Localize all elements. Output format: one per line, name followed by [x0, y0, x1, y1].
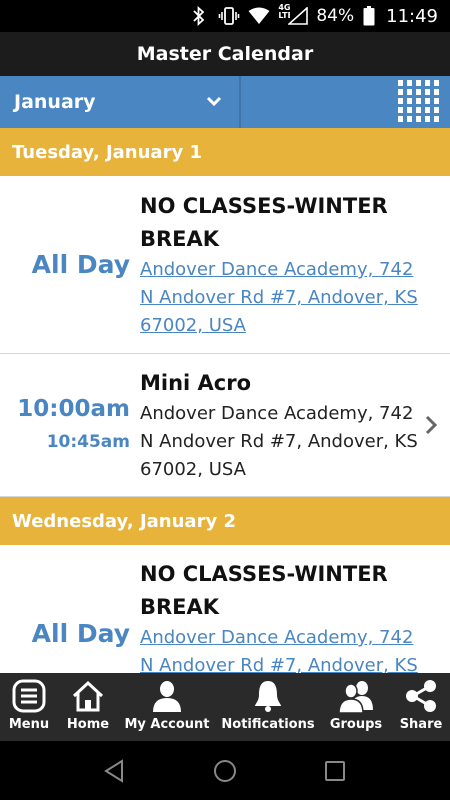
event-location-line: Andover Dance Academy, 742	[140, 403, 414, 424]
nav-my-account[interactable]: My Account	[118, 673, 216, 741]
day-header: Wednesday, January 2	[0, 497, 450, 545]
grid-dot	[407, 107, 412, 113]
event-location-link[interactable]: Andover Dance Academy, 742 N Andover Rd …	[140, 256, 430, 340]
nav-share[interactable]: Share	[392, 673, 450, 741]
bottom-nav: Menu Home My Account Notifications Group…	[0, 673, 450, 741]
nav-label: Groups	[329, 717, 383, 732]
event-row[interactable]: All Day NO CLASSES-WINTER BREAK Andover …	[0, 545, 450, 673]
day-header-label: Tuesday, January 1	[12, 141, 202, 163]
event-title-line: NO CLASSES-WINTER	[140, 562, 388, 586]
day-header-label: Wednesday, January 2	[12, 510, 236, 532]
grid-dot	[416, 107, 421, 113]
event-start-time: 10:00am	[17, 396, 130, 422]
grid-dot	[434, 116, 439, 122]
grid-dot	[407, 80, 412, 86]
event-title: Mini Acro	[140, 371, 252, 395]
page-title: Master Calendar	[136, 43, 314, 65]
month-bar: January	[0, 76, 450, 128]
wifi-icon	[248, 6, 270, 26]
event-location-line: Andover Dance Academy, 742	[140, 627, 414, 648]
nav-notifications[interactable]: Notifications	[216, 673, 320, 741]
event-end-time: 10:45am	[46, 432, 130, 452]
grid-dot	[407, 116, 412, 122]
grid-dot	[425, 98, 430, 104]
event-all-day-label: All Day	[31, 619, 130, 648]
grid-dot	[425, 89, 430, 95]
nav-label: Menu	[8, 717, 50, 732]
nav-label: My Account	[124, 717, 210, 732]
event-location-line: 67002, USA	[140, 315, 246, 336]
event-row[interactable]: 10:00am 10:45am Mini Acro Andover Dance …	[0, 354, 450, 497]
grid-dot	[398, 80, 403, 86]
bell-icon	[255, 681, 281, 712]
home-icon	[72, 680, 104, 712]
grid-dot	[416, 89, 421, 95]
nav-groups[interactable]: Groups	[320, 673, 392, 741]
system-nav-bar	[0, 741, 450, 800]
day-header: Tuesday, January 1	[0, 128, 450, 176]
nav-label: Home	[66, 717, 110, 732]
chevron-right-icon[interactable]	[424, 414, 438, 436]
event-all-day-label: All Day	[31, 250, 130, 279]
grid-dot	[416, 80, 421, 86]
signal-icon: 4G LTE	[278, 4, 309, 26]
app-title-bar: Master Calendar	[0, 32, 450, 76]
home-circle-icon[interactable]	[212, 758, 238, 784]
event-location-line: N Andover Rd #7, Andover, KS	[140, 287, 418, 308]
clock: 11:49	[386, 5, 438, 27]
grid-dot	[398, 107, 403, 113]
grid-dot	[416, 98, 421, 104]
battery-percent: 84%	[316, 6, 355, 26]
nav-label: Share	[399, 717, 443, 732]
grid-dot	[425, 80, 430, 86]
battery-icon	[362, 6, 376, 26]
event-title-line: BREAK	[140, 227, 220, 251]
grid-dot	[416, 116, 421, 122]
grid-dot	[425, 116, 430, 122]
nav-home[interactable]: Home	[58, 673, 118, 741]
back-icon[interactable]	[102, 758, 128, 784]
nav-label: Notifications	[221, 717, 315, 732]
event-location-line: Andover Dance Academy, 742	[140, 259, 414, 280]
vibrate-icon	[218, 6, 240, 26]
chevron-down-icon	[206, 96, 222, 107]
status-bar: 4G LTE 84% 11:49	[0, 0, 450, 32]
event-location-line: N Andover Rd #7, Andover, KS	[140, 655, 418, 673]
menu-icon	[12, 679, 46, 713]
grid-dot	[398, 116, 403, 122]
event-title-line: NO CLASSES-WINTER	[140, 194, 388, 218]
event-title: NO CLASSES-WINTER BREAK	[140, 558, 425, 624]
grid-dot	[407, 89, 412, 95]
grid-dot	[434, 107, 439, 113]
calendar-grid-view-icon[interactable]	[398, 80, 442, 124]
grid-dot	[434, 89, 439, 95]
grid-dot	[434, 98, 439, 104]
share-icon	[406, 680, 436, 712]
grid-dot	[398, 89, 403, 95]
grid-dot	[398, 98, 403, 104]
recents-icon[interactable]	[322, 758, 348, 784]
event-title-line: BREAK	[140, 595, 220, 619]
event-row[interactable]: All Day NO CLASSES-WINTER BREAK Andover …	[0, 176, 450, 354]
event-location-line: 67002, USA	[140, 459, 246, 480]
grid-dot	[407, 98, 412, 104]
event-title: NO CLASSES-WINTER BREAK	[140, 190, 425, 256]
event-location: Andover Dance Academy, 742 N Andover Rd …	[140, 400, 430, 484]
grid-dot	[425, 107, 430, 113]
event-location-link[interactable]: Andover Dance Academy, 742 N Andover Rd …	[140, 624, 430, 673]
nav-menu[interactable]: Menu	[0, 673, 58, 741]
groups-icon	[339, 681, 373, 713]
month-dropdown[interactable]: January	[0, 76, 241, 128]
account-icon	[153, 681, 181, 712]
bluetooth-icon	[188, 6, 210, 26]
grid-dot	[434, 80, 439, 86]
event-location-line: N Andover Rd #7, Andover, KS	[140, 431, 418, 452]
month-selected-label: January	[14, 91, 96, 113]
